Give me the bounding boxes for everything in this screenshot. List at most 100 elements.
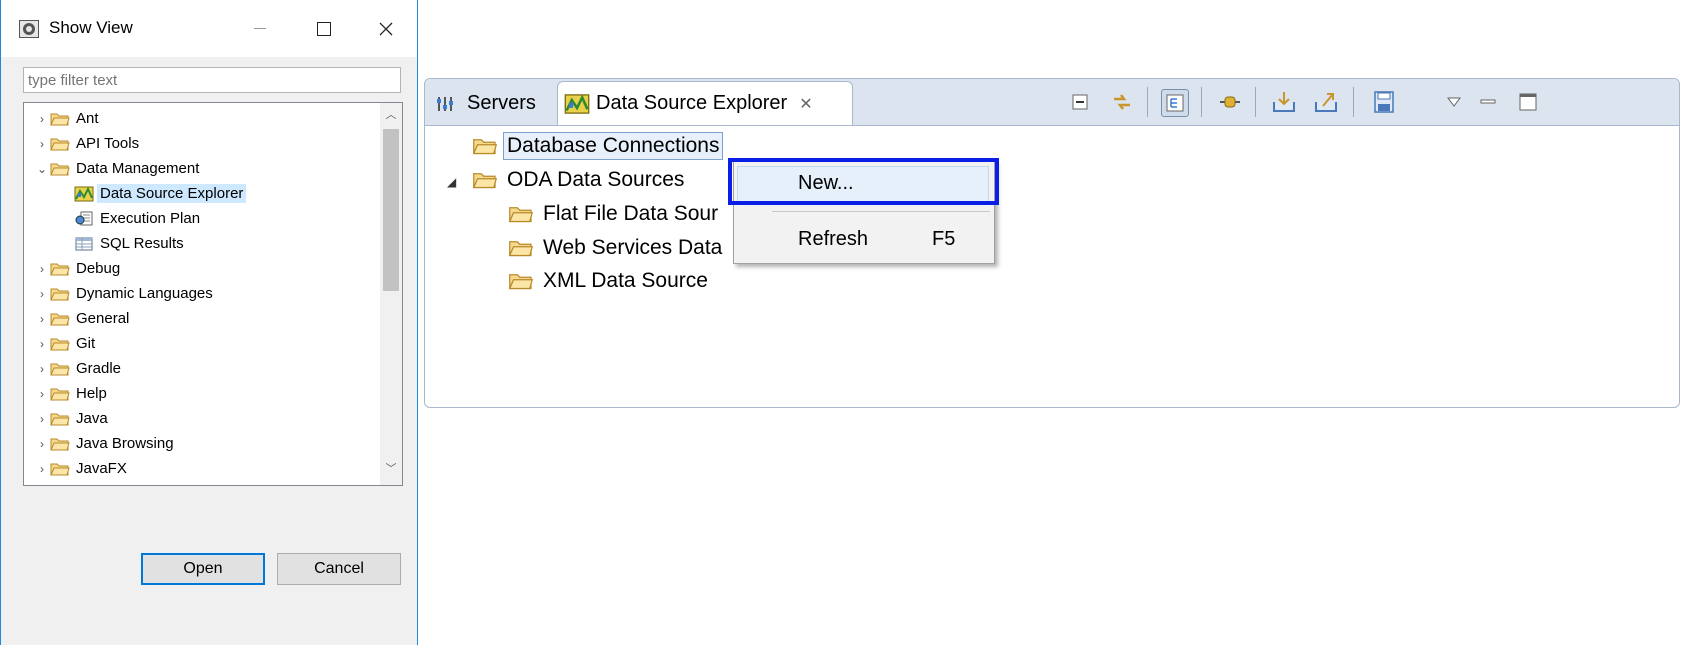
chevron-right-icon[interactable]: › [34,287,50,301]
dialog-titlebar[interactable]: Show View [1,0,417,57]
folder-icon [50,461,70,477]
tree-item-label: Flat File Data Sour [543,202,719,225]
tree-item-general[interactable]: › General [34,306,129,331]
chevron-right-icon[interactable]: › [34,312,50,326]
folder-icon [50,161,70,177]
tree-item-label: Java Browsing [76,435,174,452]
tree-item-label: General [76,310,130,327]
tree-item-label: API Tools [76,135,140,152]
tree-item-label: XML Data Source [543,269,708,292]
toolbar-separator [1201,87,1202,117]
tree-item-gradle[interactable]: › Gradle [34,356,121,381]
folder-icon [507,204,535,224]
scrollbar-thumb[interactable] [383,129,399,291]
export-button[interactable] [1313,89,1339,115]
chevron-right-icon[interactable]: › [34,412,50,426]
tree-item-dynamic-languages[interactable]: › Dynamic Languages [34,281,213,306]
export-icon [1315,93,1337,112]
chevron-right-icon[interactable]: › [34,137,50,151]
show-tree-button[interactable] [1161,89,1189,117]
tab-label: Servers [467,92,536,114]
scroll-up-icon[interactable]: ︿ [380,105,402,125]
chevron-right-icon[interactable]: › [34,387,50,401]
open-button[interactable]: Open [141,553,265,585]
folder-icon [471,136,499,156]
tree-item-ant[interactable]: › Ant [34,106,99,131]
tree-item-javafx[interactable]: › JavaFX [34,456,127,481]
toolbar-separator [1255,87,1256,117]
tree-item-database-connections[interactable]: Database Connections [471,131,724,161]
close-icon [379,22,393,36]
folder-icon [50,436,70,452]
menu-item-refresh[interactable]: Refresh F5 [734,219,994,259]
tree-item-api-tools[interactable]: › API Tools [34,131,139,156]
close-button[interactable] [363,12,409,46]
maximize-icon [1519,93,1537,111]
tree-item-flat-file-data-source[interactable]: Flat File Data Sour [507,199,718,229]
view-menu-button[interactable] [1441,89,1467,115]
tree-item-data-source-explorer[interactable]: Data Source Explorer [74,181,247,206]
minimize-view-button[interactable] [1475,89,1501,115]
sql-results-icon [75,237,93,250]
tree-item-label: Web Services Data [543,236,723,259]
eclipse-window-icon [19,20,39,38]
collapse-all-button[interactable] [1067,89,1093,115]
vertical-scrollbar[interactable]: ︿ ﹀ [380,103,402,485]
tree-item-execution-plan[interactable]: Execution Plan [74,206,200,231]
save-icon [1374,91,1394,113]
chevron-down-icon[interactable]: ⌄ [34,162,50,176]
chevron-right-icon[interactable]: › [34,462,50,476]
chevron-right-icon[interactable]: › [34,362,50,376]
chevron-right-icon[interactable]: › [34,437,50,451]
import-button[interactable] [1271,89,1297,115]
tab-data-source-explorer[interactable]: Data Source Explorer ✕ [557,81,853,125]
view-tab-strip: Servers Data Source Explorer ✕ [425,79,1679,126]
save-button[interactable] [1371,89,1397,115]
folder-icon [471,170,499,190]
data-source-explorer-icon [564,93,590,115]
maximize-view-button[interactable] [1515,89,1541,115]
tree-item-git[interactable]: › Git [34,331,95,356]
tab-servers[interactable]: Servers [435,83,536,124]
collapse-all-icon [1072,94,1088,110]
folder-icon [50,261,70,277]
servers-icon [437,96,453,111]
tree-item-oda-data-sources[interactable]: ODA Data Sources [471,165,684,195]
scroll-down-icon[interactable]: ﹀ [380,459,402,479]
folder-icon [507,238,535,258]
tree-item-java[interactable]: › Java [34,406,108,431]
annotation-highlight-box [728,158,999,205]
show-view-dialog: Show View › Ant › API Tools ⌄ Data Manag… [0,0,418,645]
filter-input[interactable] [23,67,401,93]
chevron-right-icon[interactable]: › [34,337,50,351]
minimize-icon [1480,99,1496,104]
expanded-triangle-icon[interactable]: ◢ [447,175,456,189]
tree-item-label: Ant [76,110,99,127]
link-with-editor-button[interactable] [1109,89,1135,115]
folder-icon [50,286,70,302]
connect-button[interactable] [1217,89,1243,115]
minimize-button[interactable] [237,12,283,46]
tree-item-help[interactable]: › Help [34,381,107,406]
cancel-button[interactable]: Cancel [277,553,401,585]
tree-item-label: JavaFX [76,460,127,477]
close-tab-icon[interactable]: ✕ [799,94,812,114]
tree-item-label: Git [76,335,96,352]
tree-item-label: Database Connections [503,132,724,160]
maximize-button[interactable] [301,12,347,46]
toolbar-separator [1353,87,1354,117]
tree-item-label: Gradle [76,360,122,377]
chevron-right-icon[interactable]: › [34,112,50,126]
tree-item-web-services-data-source[interactable]: Web Services Data [507,233,722,263]
tree-item-label: ODA Data Sources [507,168,685,191]
tree-item-debug[interactable]: › Debug [34,256,120,281]
data-source-explorer-view: Servers Data Source Explorer ✕ Database … [424,78,1680,408]
tree-item-java-browsing[interactable]: › Java Browsing [34,431,174,456]
tree-item-xml-data-source[interactable]: XML Data Source [507,266,708,296]
tree-item-data-management[interactable]: ⌄ Data Management [34,156,199,181]
tree-item-sql-results[interactable]: SQL Results [74,231,184,256]
chevron-right-icon[interactable]: › [34,262,50,276]
menu-separator [772,211,990,212]
folder-icon [50,111,70,127]
toolbar-separator [1147,87,1148,117]
